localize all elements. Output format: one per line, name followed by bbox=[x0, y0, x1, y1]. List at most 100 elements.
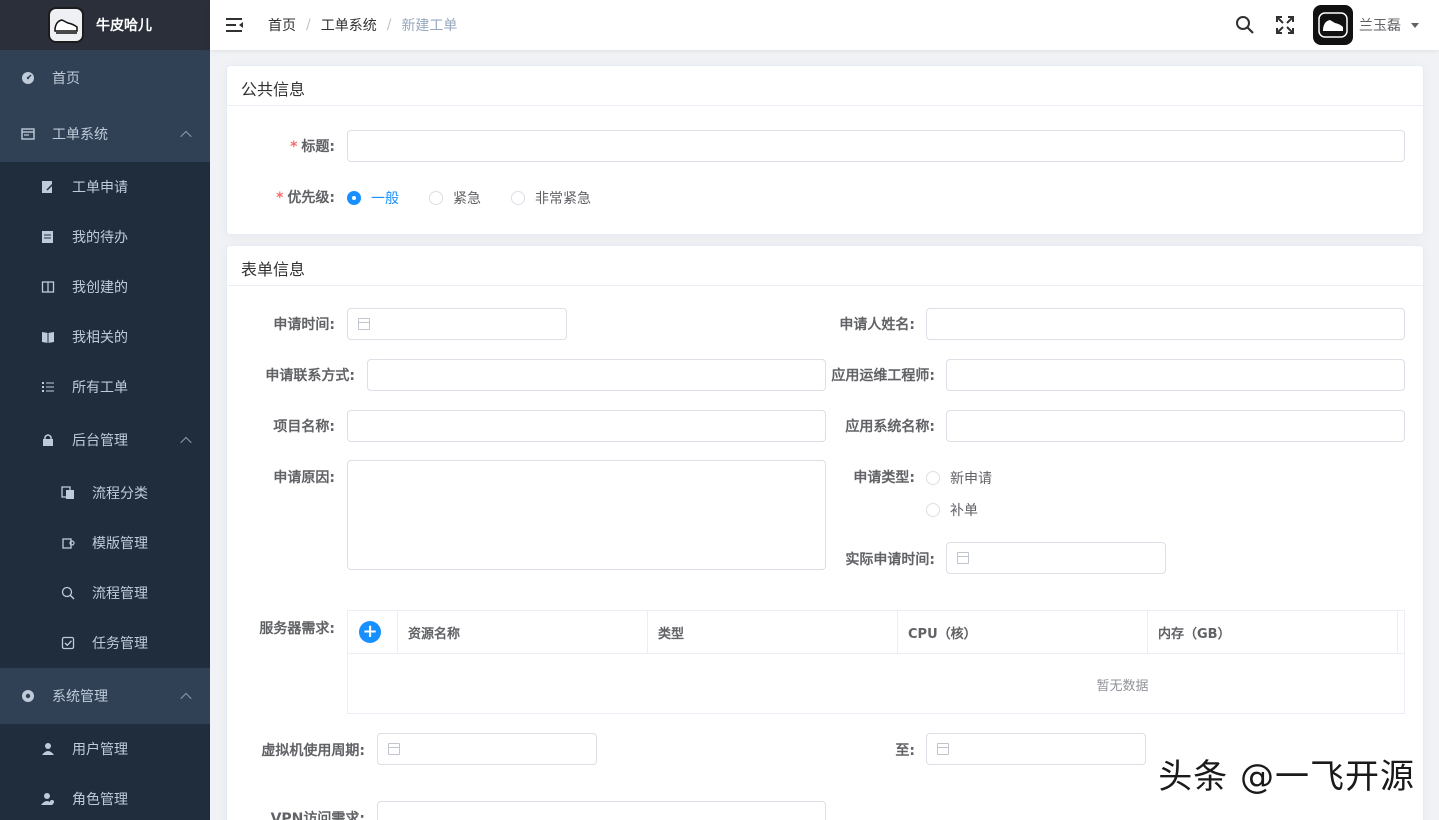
username[interactable]: 兰玉磊 bbox=[1359, 15, 1401, 35]
vm-period-label: 虚拟机使用周期: bbox=[261, 743, 365, 759]
app-logo bbox=[48, 7, 84, 43]
sidebar-item-label: 系统管理 bbox=[52, 689, 108, 705]
app-system-input[interactable] bbox=[946, 410, 1405, 442]
card-title: 表单信息 bbox=[227, 246, 1423, 286]
reason-label: 申请原因: bbox=[273, 470, 335, 486]
contact-input[interactable] bbox=[367, 359, 826, 391]
breadcrumb-current: 新建工单 bbox=[401, 18, 458, 34]
lock-icon bbox=[40, 432, 56, 448]
sidebar-item-flow-category[interactable]: 流程分类 bbox=[0, 468, 210, 518]
task-icon bbox=[60, 635, 76, 651]
edit-icon bbox=[40, 179, 56, 195]
vm-start-date-picker[interactable] bbox=[377, 733, 597, 765]
watermark-text: 头条 @一飞开源 bbox=[1158, 757, 1415, 797]
user-icon bbox=[40, 741, 56, 757]
sidebar-item-my-created[interactable]: 我创建的 bbox=[0, 262, 210, 312]
brand[interactable]: 牛皮哈儿 bbox=[0, 0, 210, 50]
column-header: 内存（GB） bbox=[1148, 611, 1398, 653]
top-navbar: 首页 / 工单系统 / 新建工单 兰玉磊 bbox=[210, 0, 1439, 50]
reason-textarea[interactable] bbox=[347, 460, 826, 570]
apply-type-label: 申请类型: bbox=[853, 470, 915, 486]
table-header: + 资源名称 类型 CPU（核） 内存（GB） bbox=[348, 611, 1404, 654]
sidebar-item-label: 所有工单 bbox=[72, 380, 128, 396]
ticket-icon bbox=[20, 126, 36, 142]
sidebar-item-my-todo[interactable]: 我的待办 bbox=[0, 212, 210, 262]
avatar[interactable] bbox=[1313, 5, 1353, 45]
apply-type-radio-new[interactable]: 新申请 bbox=[926, 468, 992, 488]
applicant-name-input[interactable] bbox=[926, 308, 1405, 340]
search-button[interactable] bbox=[1225, 0, 1265, 50]
sidebar-item-label: 首页 bbox=[52, 71, 80, 87]
chevron-up-icon bbox=[180, 692, 192, 705]
book-icon bbox=[40, 329, 56, 345]
column-header: 类型 bbox=[648, 611, 898, 653]
vpn-label: VPN访问需求: bbox=[270, 811, 365, 820]
actual-time-picker[interactable] bbox=[946, 542, 1166, 574]
card-title: 公共信息 bbox=[227, 66, 1423, 106]
app-name: 牛皮哈儿 bbox=[96, 18, 152, 34]
sidebar-item-flow-manage[interactable]: 流程管理 bbox=[0, 568, 210, 618]
vm-end-date-picker[interactable] bbox=[926, 733, 1146, 765]
fullscreen-button[interactable] bbox=[1265, 0, 1305, 50]
breadcrumb: 首页 / 工单系统 / 新建工单 bbox=[268, 15, 457, 35]
columns-icon bbox=[40, 279, 56, 295]
sidebar-toggle-button[interactable] bbox=[210, 0, 260, 50]
sidebar-item-ticket-system[interactable]: 工单系统 bbox=[0, 106, 210, 162]
menu-fold-icon bbox=[226, 18, 243, 32]
sidebar-item-label: 我的待办 bbox=[72, 230, 128, 246]
sidebar-item-home[interactable]: 首页 bbox=[0, 50, 210, 106]
project-name-input[interactable] bbox=[347, 410, 826, 442]
priority-radio-normal[interactable]: 一般 bbox=[347, 188, 399, 208]
role-icon bbox=[40, 791, 56, 807]
vpn-input[interactable] bbox=[377, 801, 826, 820]
project-name-label: 项目名称: bbox=[273, 419, 335, 435]
sidebar-item-backend-admin[interactable]: 后台管理 bbox=[0, 412, 210, 468]
chevron-up-icon bbox=[180, 130, 192, 143]
app-system-label: 应用系统名称: bbox=[845, 419, 935, 435]
sidebar-item-task-manage[interactable]: 任务管理 bbox=[0, 618, 210, 668]
sidebar-item-label: 角色管理 bbox=[72, 792, 128, 808]
caret-down-icon[interactable] bbox=[1411, 22, 1419, 28]
sidebar-item-label: 模版管理 bbox=[92, 536, 148, 552]
breadcrumb-home[interactable]: 首页 bbox=[268, 15, 296, 35]
breadcrumb-separator: / bbox=[386, 17, 392, 33]
calendar-icon bbox=[358, 318, 370, 330]
calendar-icon bbox=[937, 743, 949, 755]
copy-icon bbox=[60, 485, 76, 501]
applicant-name-label: 申请人姓名: bbox=[839, 317, 915, 333]
priority-radio-very-urgent[interactable]: 非常紧急 bbox=[511, 188, 591, 208]
apply-type-radio-supplement[interactable]: 补单 bbox=[926, 500, 978, 520]
public-info-card: 公共信息 * 标题: * 优先级: 一般 紧急 非常紧急 bbox=[226, 65, 1424, 235]
form-info-card: 表单信息 申请时间: 申请人姓名: 申请联系方式: 应用运维工程师: 项目名称:… bbox=[226, 245, 1424, 820]
sidebar-item-all-tickets[interactable]: 所有工单 bbox=[0, 362, 210, 412]
sidebar-item-system-manage[interactable]: 系统管理 bbox=[0, 668, 210, 724]
sidebar-item-my-related[interactable]: 我相关的 bbox=[0, 312, 210, 362]
apply-time-label: 申请时间: bbox=[273, 317, 335, 333]
sidebar-item-label: 流程分类 bbox=[92, 486, 148, 502]
breadcrumb-separator: / bbox=[306, 17, 311, 33]
template-icon bbox=[60, 535, 76, 551]
calendar-icon bbox=[388, 743, 400, 755]
ops-engineer-label: 应用运维工程师: bbox=[831, 368, 935, 384]
breadcrumb-ticket-system[interactable]: 工单系统 bbox=[321, 15, 377, 35]
search-icon bbox=[1236, 16, 1254, 34]
sidebar-item-label: 用户管理 bbox=[72, 742, 128, 758]
sidebar-item-template-manage[interactable]: 模版管理 bbox=[0, 518, 210, 568]
sidebar-item-label: 我创建的 bbox=[72, 280, 128, 296]
sidebar-item-role-manage[interactable]: 角色管理 bbox=[0, 774, 210, 820]
flow-icon bbox=[60, 585, 76, 601]
sidebar-item-ticket-apply[interactable]: 工单申请 bbox=[0, 162, 210, 212]
to-label: 至: bbox=[895, 743, 915, 759]
server-label: 服务器需求: bbox=[259, 621, 335, 637]
add-row-button[interactable]: + bbox=[359, 621, 381, 643]
sidebar-item-label: 我相关的 bbox=[72, 330, 128, 346]
sidebar-item-user-manage[interactable]: 用户管理 bbox=[0, 724, 210, 774]
fullscreen-icon bbox=[1276, 16, 1294, 34]
title-input[interactable] bbox=[347, 130, 1405, 162]
ops-engineer-input[interactable] bbox=[946, 359, 1405, 391]
priority-label: * 优先级: bbox=[276, 190, 335, 206]
apply-time-picker[interactable] bbox=[347, 308, 567, 340]
priority-radio-urgent[interactable]: 紧急 bbox=[429, 188, 481, 208]
add-row-cell: + bbox=[348, 611, 398, 653]
sidebar-item-label: 后台管理 bbox=[72, 433, 128, 449]
